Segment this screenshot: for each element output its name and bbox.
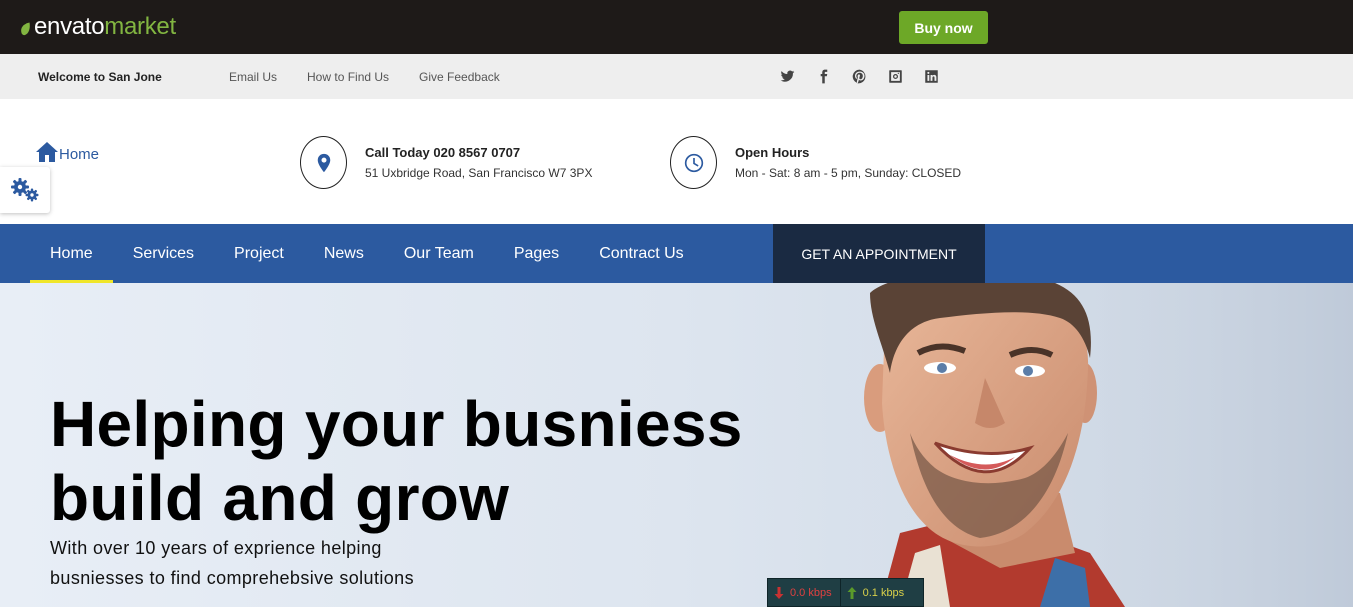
welcome-text: Welcome to San Jone	[38, 70, 162, 84]
twitter-icon[interactable]	[780, 69, 795, 84]
hero-subtitle-line-1: With over 10 years of exprience helping	[50, 538, 382, 558]
top-info-bar: Welcome to San Jone Email Us How to Find…	[0, 54, 1353, 99]
buy-now-button[interactable]: Buy now	[899, 11, 988, 44]
download-speed: 0.0 kbps	[768, 579, 840, 606]
social-links	[780, 69, 939, 84]
upload-speed: 0.1 kbps	[839, 579, 913, 606]
logo-word-envato: envato	[34, 13, 105, 40]
hero-title-line-2: build and grow	[50, 462, 510, 534]
call-title: Call Today 020 8567 0707	[365, 145, 521, 160]
nav-item-services[interactable]: Services	[113, 224, 214, 283]
site-header: Home Call Today 020 8567 0707 51 Uxbridg…	[0, 99, 1353, 224]
upload-speed-value: 0.1 kbps	[862, 586, 905, 599]
arrow-down-icon	[774, 586, 784, 599]
get-appointment-button[interactable]: GET AN APPOINTMENT	[773, 224, 985, 283]
home-logo-link[interactable]: Home	[35, 141, 99, 163]
leaf-icon	[21, 22, 30, 35]
give-feedback-link[interactable]: Give Feedback	[419, 70, 500, 84]
home-icon	[36, 142, 58, 162]
nav-items: Home Services Project News Our Team Page…	[30, 224, 704, 283]
linkedin-icon[interactable]	[924, 69, 939, 84]
gears-icon	[11, 178, 39, 202]
map-pin-icon	[317, 153, 330, 172]
hero-subtitle: With over 10 years of exprience helping …	[50, 533, 414, 593]
download-speed-value: 0.0 kbps	[790, 586, 832, 599]
top-links: Email Us How to Find Us Give Feedback	[229, 70, 500, 84]
settings-toggle[interactable]	[0, 167, 50, 213]
hours-text: Mon - Sat: 8 am - 5 pm, Sunday: CLOSED	[735, 166, 962, 180]
hero-title: Helping your busniess build and grow	[50, 387, 743, 535]
pinterest-icon[interactable]	[852, 69, 867, 84]
nav-item-our-team[interactable]: Our Team	[384, 224, 494, 283]
net-speed-widget: 0.0 kbps 0.1 kbps	[767, 578, 924, 607]
how-to-find-us-link[interactable]: How to Find Us	[307, 70, 389, 84]
clock-circle	[670, 136, 717, 189]
instagram-icon[interactable]	[888, 69, 903, 84]
hero-man-photo	[840, 283, 1353, 607]
envato-logo[interactable]: envato market	[20, 13, 176, 41]
hero-section: Helping your busniess build and grow Wit…	[0, 283, 1353, 607]
clock-icon	[684, 153, 703, 172]
hero-title-line-1: Helping your busniess	[50, 388, 743, 460]
nav-item-project[interactable]: Project	[214, 224, 304, 283]
home-logo-label: Home	[59, 146, 100, 163]
hours-info: Open Hours Mon - Sat: 8 am - 5 pm, Sunda…	[670, 136, 961, 189]
main-nav: Home Services Project News Our Team Page…	[0, 224, 1353, 283]
envato-bar: envato market Buy now	[0, 0, 1353, 54]
facebook-icon[interactable]	[816, 69, 831, 84]
nav-item-news[interactable]: News	[304, 224, 384, 283]
hero-subtitle-line-2: busniesses to find comprehebsive solutio…	[50, 568, 414, 588]
nav-item-home[interactable]: Home	[30, 224, 113, 283]
call-address: 51 Uxbridge Road, San Francisco W7 3PX	[365, 166, 593, 180]
email-us-link[interactable]: Email Us	[229, 70, 277, 84]
nav-item-pages[interactable]: Pages	[494, 224, 579, 283]
arrow-up-icon	[847, 586, 857, 599]
nav-item-contract-us[interactable]: Contract Us	[579, 224, 703, 283]
call-info: Call Today 020 8567 0707 51 Uxbridge Roa…	[300, 136, 592, 189]
hours-title: Open Hours	[735, 145, 810, 160]
logo-word-market: market	[104, 13, 176, 40]
map-pin-circle	[300, 136, 347, 189]
